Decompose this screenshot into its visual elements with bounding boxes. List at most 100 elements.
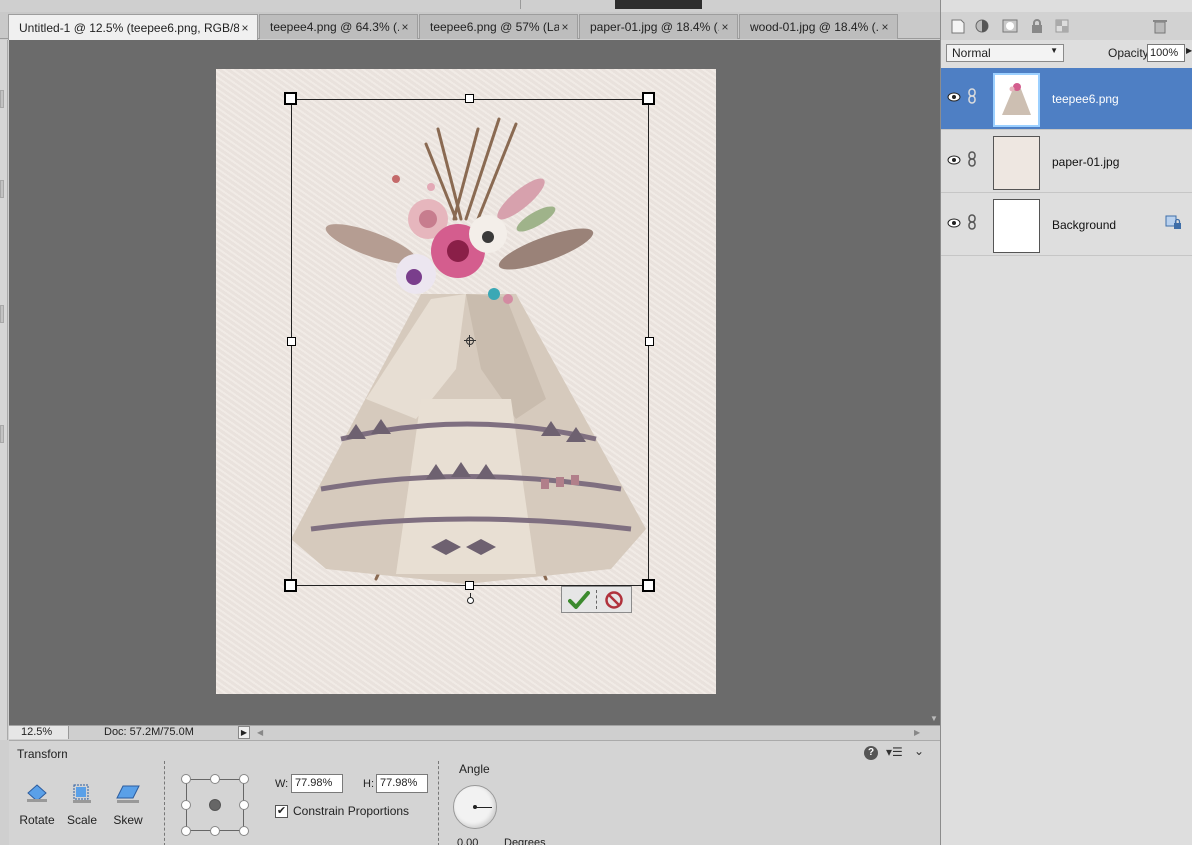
lock-transparency-icon[interactable] xyxy=(1054,18,1072,34)
vertical-scrollbar[interactable]: ▼ xyxy=(929,40,940,725)
options-separator xyxy=(164,761,165,845)
ref-point-bottom-left[interactable] xyxy=(181,826,191,836)
left-edge-tab[interactable] xyxy=(0,425,4,443)
tab-wood-01[interactable]: wood-01.jpg @ 18.4% (... × xyxy=(739,14,898,39)
ref-point-bottom[interactable] xyxy=(210,826,220,836)
cancel-button[interactable] xyxy=(597,587,631,612)
reference-point-grid[interactable] xyxy=(181,774,249,836)
angle-unit: Degrees xyxy=(504,837,546,845)
transform-handle-bottom-left[interactable] xyxy=(284,579,297,592)
lock-icon[interactable] xyxy=(1028,18,1046,34)
height-field[interactable]: 77.98% xyxy=(376,774,428,793)
status-menu-icon[interactable]: ▶ xyxy=(238,726,250,739)
tab-label: paper-01.jpg @ 18.4% (... xyxy=(590,20,719,34)
layer-row-teepee6[interactable]: teepee6.png xyxy=(941,68,1192,130)
transform-handle-top[interactable] xyxy=(465,94,474,103)
layer-mask-icon[interactable] xyxy=(1001,18,1019,34)
left-panel-edge[interactable] xyxy=(0,40,8,740)
transform-handle-left[interactable] xyxy=(287,337,296,346)
adjustment-layer-icon[interactable] xyxy=(974,18,992,34)
skew-icon xyxy=(116,785,140,803)
skew-button[interactable]: Skew xyxy=(108,781,148,827)
transform-handle-top-left[interactable] xyxy=(284,92,297,105)
layer-lock-icon[interactable] xyxy=(1165,214,1183,232)
opacity-label: Opacity: xyxy=(1108,46,1153,60)
opacity-dropdown-icon[interactable]: ▶ xyxy=(1186,46,1192,55)
ref-point-bottom-right[interactable] xyxy=(239,826,249,836)
top-separator xyxy=(520,0,521,9)
left-edge-tab[interactable] xyxy=(0,180,4,198)
height-label: H: xyxy=(363,778,374,790)
left-edge-tab[interactable] xyxy=(0,90,4,108)
visibility-eye-icon[interactable] xyxy=(947,218,961,228)
blend-mode-value: Normal xyxy=(952,46,991,60)
ref-point-top[interactable] xyxy=(210,774,220,784)
width-field[interactable]: 77.98% xyxy=(291,774,343,793)
link-icon[interactable] xyxy=(967,214,977,230)
checkbox-checked-icon[interactable]: ✔ xyxy=(275,804,288,818)
ref-point-top-right[interactable] xyxy=(239,774,249,784)
transform-handle-right[interactable] xyxy=(645,337,654,346)
tab-label: teepee4.png @ 64.3% (... xyxy=(270,20,399,34)
rotate-icon xyxy=(27,784,47,802)
tab-paper-01[interactable]: paper-01.jpg @ 18.4% (... × xyxy=(579,14,738,39)
link-icon[interactable] xyxy=(967,151,977,167)
tab-close-icon[interactable]: × xyxy=(719,20,731,34)
angle-dial[interactable] xyxy=(453,785,497,829)
canvas-area[interactable] xyxy=(9,40,929,725)
transform-handle-bottom-right[interactable] xyxy=(642,579,655,592)
new-layer-icon[interactable] xyxy=(949,18,967,34)
tab-teepee6[interactable]: teepee6.png @ 57% (La... × xyxy=(419,14,578,39)
reference-point-icon[interactable] xyxy=(464,335,476,347)
collapse-icon[interactable]: ⌄ xyxy=(914,744,924,758)
layer-name: paper-01.jpg xyxy=(1052,155,1120,169)
teepee-thumbnail-icon xyxy=(1002,83,1031,115)
opacity-field[interactable]: 100% xyxy=(1147,44,1185,62)
visibility-eye-icon[interactable] xyxy=(947,92,961,102)
blend-mode-dropdown[interactable]: Normal ▼ xyxy=(946,44,1064,62)
scroll-left-icon[interactable]: ◀ xyxy=(257,726,263,739)
constrain-proportions-label: Constrain Proportions xyxy=(293,804,410,818)
tab-untitled-1[interactable]: Untitled-1 @ 12.5% (teepee6.png, RGB/8) … xyxy=(8,14,258,40)
zoom-level[interactable]: 12.5% xyxy=(9,726,69,739)
tab-label: teepee6.png @ 57% (La... xyxy=(430,20,559,34)
cancel-icon xyxy=(605,590,623,609)
layer-row-background[interactable]: Background xyxy=(941,194,1192,256)
rotate-handle[interactable] xyxy=(467,597,474,604)
scale-button[interactable]: Scale xyxy=(62,781,102,827)
tab-close-icon[interactable]: × xyxy=(399,20,411,34)
document-tab-bar: Untitled-1 @ 12.5% (teepee6.png, RGB/8) … xyxy=(0,12,940,40)
tab-teepee4[interactable]: teepee4.png @ 64.3% (... × xyxy=(259,14,418,39)
scroll-down-icon[interactable]: ▼ xyxy=(930,714,938,723)
layer-row-paper-01[interactable]: paper-01.jpg xyxy=(941,131,1192,193)
transform-commit-box xyxy=(561,586,632,613)
help-icon[interactable]: ? xyxy=(864,746,878,760)
ref-point-left[interactable] xyxy=(181,800,191,810)
scroll-right-icon[interactable]: ▶ xyxy=(914,726,920,739)
link-icon[interactable] xyxy=(967,88,977,104)
rotate-button[interactable]: Rotate xyxy=(17,781,57,827)
skew-label: Skew xyxy=(113,813,143,827)
tab-close-icon[interactable]: × xyxy=(239,21,251,35)
commit-button[interactable] xyxy=(562,587,596,612)
layer-thumbnail xyxy=(993,199,1040,253)
left-edge-tab[interactable] xyxy=(0,305,4,323)
transform-handle-top-right[interactable] xyxy=(642,92,655,105)
options-separator xyxy=(438,761,439,845)
ref-point-top-left[interactable] xyxy=(181,774,191,784)
ref-point-center[interactable] xyxy=(209,799,221,811)
transform-handle-bottom[interactable] xyxy=(465,581,474,590)
top-strip xyxy=(0,0,940,12)
tab-close-icon[interactable]: × xyxy=(879,20,891,34)
panel-menu-icon[interactable]: ▾☰ xyxy=(886,745,903,759)
constrain-proportions-checkbox[interactable]: ✔ Constrain Proportions xyxy=(275,804,409,818)
trash-icon[interactable] xyxy=(1151,18,1169,34)
angle-value[interactable]: 0.00 xyxy=(457,837,478,845)
visibility-eye-icon[interactable] xyxy=(947,155,961,165)
scale-icon xyxy=(73,784,91,803)
top-dark-button[interactable] xyxy=(615,0,702,9)
chevron-down-icon: ▼ xyxy=(1050,46,1058,55)
ref-point-right[interactable] xyxy=(239,800,249,810)
doc-size: Doc: 57.2M/75.0M xyxy=(104,726,194,738)
tab-close-icon[interactable]: × xyxy=(559,20,571,34)
